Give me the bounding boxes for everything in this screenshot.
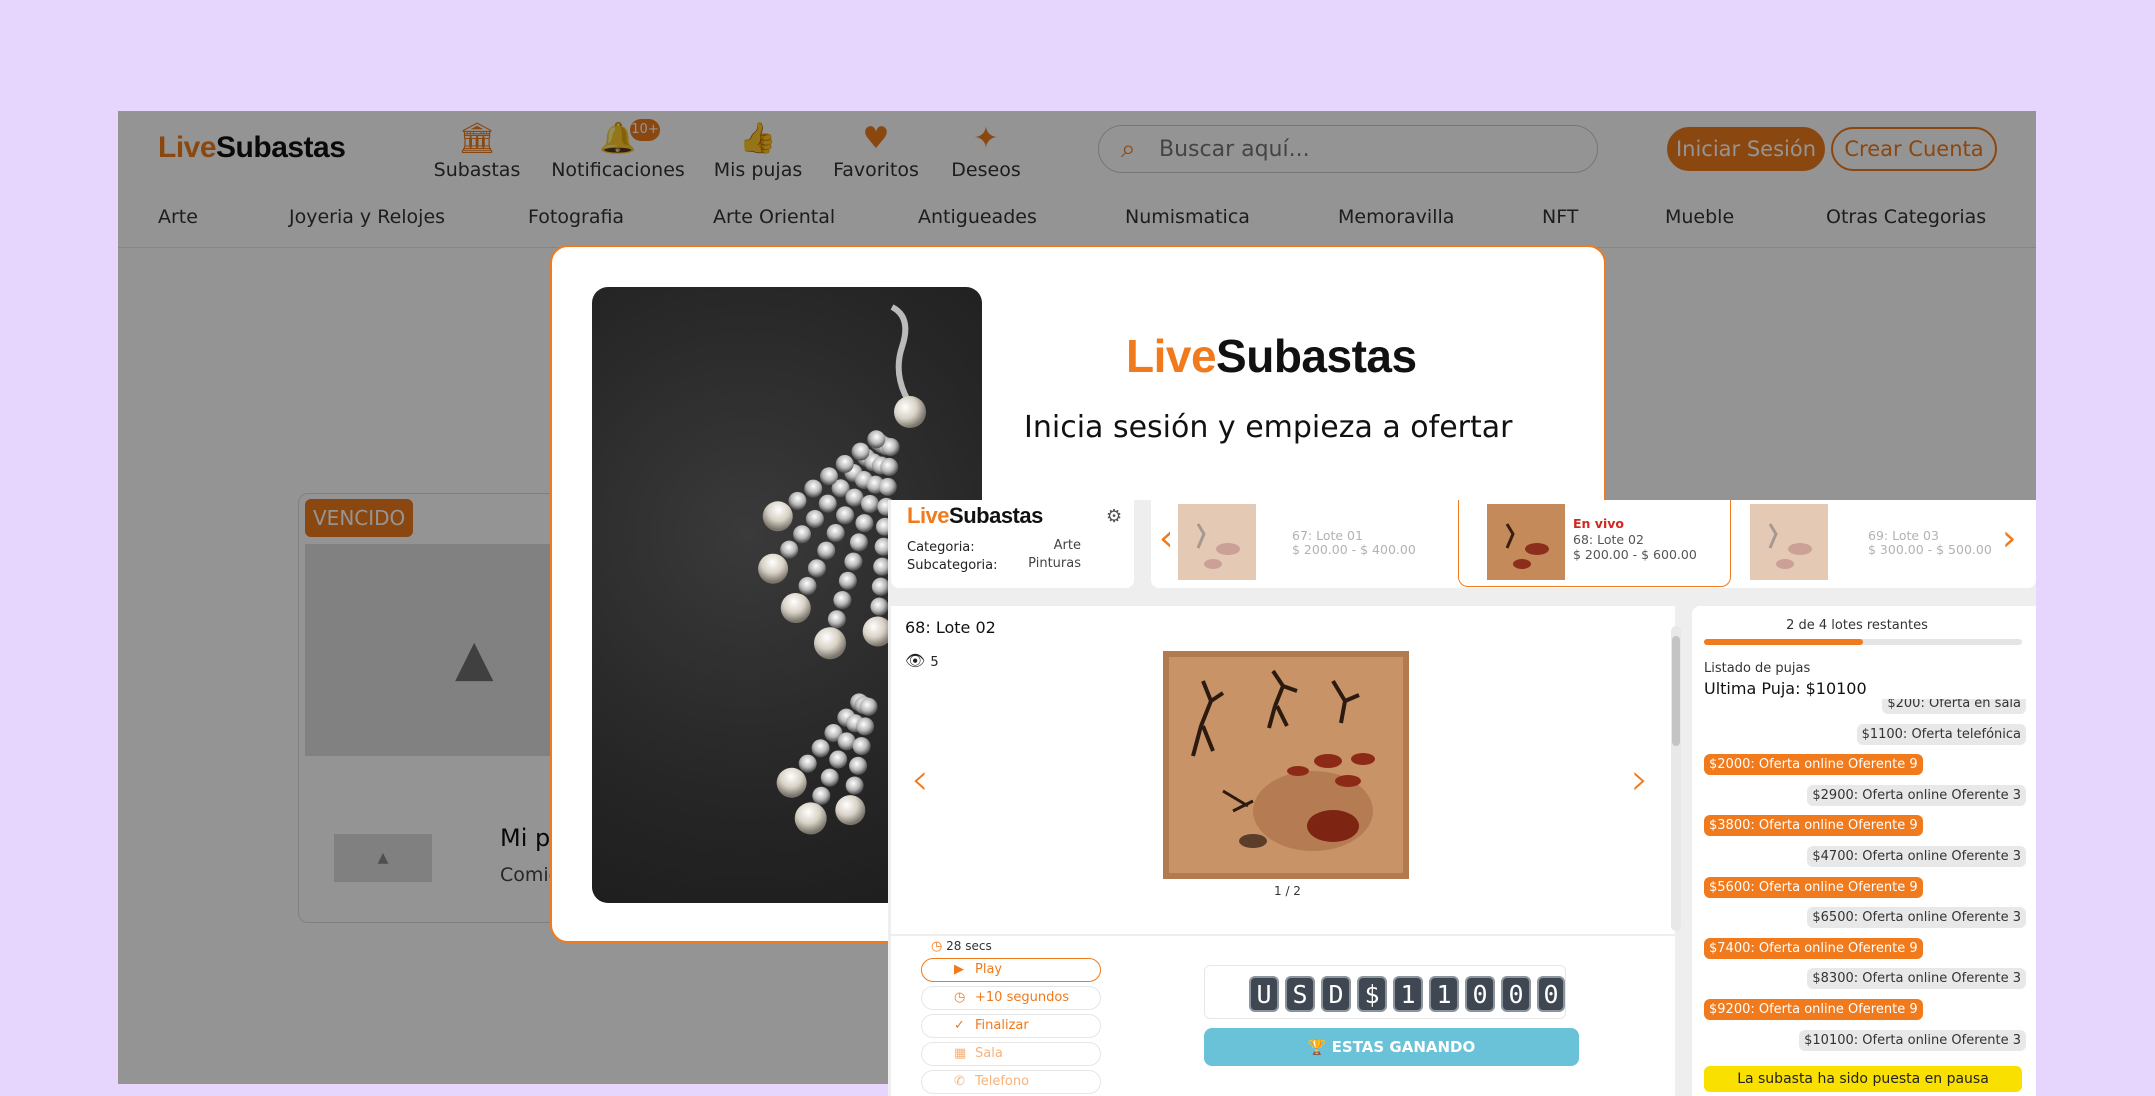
lot-title: 68: Lote 02 (905, 618, 996, 637)
bid-item: $3800: Oferta online Oferente 9 (1704, 815, 1923, 837)
view-count: 👁 5 (905, 651, 939, 670)
subcategory-value: Pinturas (1028, 556, 1081, 571)
lot-card-active[interactable]: En vivo 68: Lote 02 $ 200.00 - $ 600.00 (1458, 500, 1731, 587)
live-auction-panel: LiveSubastas ⚙ Categoria: Arte Subcatego… (888, 500, 2036, 1096)
bid-item: $9200: Oferta online Oferente 9 (1704, 999, 1923, 1020)
bid-item: $4700: Oferta online Oferente 3 (1807, 846, 2026, 867)
bid-item: $2900: Oferta online Oferente 3 (1807, 784, 2026, 806)
play-icon: ▶ (954, 962, 964, 977)
amount-char: 0 (1465, 976, 1495, 1012)
subcategory-label: Subcategoria: (907, 558, 998, 573)
modal-logo: LiveSubastas (1126, 330, 1417, 382)
trophy-icon: 🏆 (1307, 1038, 1327, 1056)
modal-tagline: Inicia sesión y empieza a ofertar (1024, 410, 1513, 445)
current-amount-display: U S D $ 1 1 0 0 0 (1204, 965, 1566, 1019)
check-circle-icon: ✓ (954, 1018, 965, 1033)
bid-item: $5600: Oferta online Oferente 9 (1704, 876, 1923, 898)
phone-bid-button[interactable]: ✆ Telefono (921, 1070, 1101, 1094)
category-value: Arte (1053, 538, 1081, 553)
lot-range: $ 200.00 - $ 400.00 (1292, 542, 1416, 557)
amount-char: 1 (1393, 976, 1423, 1012)
live-info-box: LiveSubastas ⚙ Categoria: Arte Subcatego… (891, 500, 1134, 588)
last-bid: Ultima Puja: $10100 (1704, 679, 1867, 698)
image-next-arrow[interactable]: › (1631, 754, 1649, 805)
lot-name: 69: Lote 03 (1868, 528, 1939, 543)
lot-card[interactable]: 69: Lote 03 $ 300.00 - $ 500.00 (1750, 500, 2010, 587)
image-counter: 1 / 2 (1274, 884, 1301, 898)
divider (891, 934, 1675, 936)
room-icon: ▦ (954, 1046, 967, 1061)
category-label: Categoria: (907, 540, 975, 555)
winning-status-button[interactable]: 🏆 ESTAS GANANDO (1204, 1028, 1579, 1066)
lot-thumbnail (1178, 504, 1256, 580)
bid-item: $200: Oferta en sala (1882, 699, 2026, 714)
lots-remaining: 2 de 4 lotes restantes (1786, 618, 1928, 633)
bids-panel: 2 de 4 lotes restantes Listado de pujas … (1692, 606, 2036, 1096)
viewer-scrollbar[interactable] (1671, 626, 1681, 931)
add-10-seconds-button[interactable]: ◷ +10 segundos (921, 986, 1101, 1010)
lot-range: $ 200.00 - $ 600.00 (1573, 547, 1697, 562)
countdown-timer: ◷ 28 secs (931, 939, 992, 954)
pause-message: La subasta ha sido puesta en pausa (1704, 1066, 2022, 1092)
bids-list[interactable]: $200: Oferta en sala $1100: Oferta telefó… (1692, 699, 2036, 1069)
live-logo: LiveSubastas (907, 503, 1043, 528)
bids-title: Listado de pujas (1704, 661, 1811, 676)
lot-thumbnail (1487, 504, 1565, 580)
lot-name: 67: Lote 01 (1292, 528, 1363, 543)
bid-item: $1100: Oferta telefónica (1856, 723, 2026, 745)
progress-fill (1704, 639, 1863, 645)
lots-carousel: ‹ 67: Lote 01 $ 200.00 - $ 400.00 En viv… (1151, 500, 2036, 588)
chevron-left-icon[interactable]: ‹ (1159, 518, 1173, 559)
amount-char: 0 (1537, 976, 1565, 1012)
clock-icon: ◷ (954, 990, 966, 1005)
bid-item: $2000: Oferta online Oferente 9 (1704, 754, 1923, 776)
bid-item: $7400: Oferta online Oferente 9 (1704, 937, 1923, 959)
lot-range: $ 300.00 - $ 500.00 (1868, 542, 1992, 557)
amount-char: 1 (1429, 976, 1459, 1012)
amount-char: D (1321, 976, 1351, 1012)
bid-item: $6500: Oferta online Oferente 3 (1807, 907, 2026, 929)
room-bid-button[interactable]: ▦ Sala (921, 1042, 1101, 1066)
finish-button[interactable]: ✓ Finalizar (921, 1014, 1101, 1038)
lots-progress-bar (1704, 639, 2022, 645)
lot-viewer: 68: Lote 02 👁 5 ‹ 1 / 2 › ◷ 28 secs ▶ Pl… (891, 606, 1681, 1096)
amount-char: S (1285, 976, 1315, 1012)
lot-name: 68: Lote 02 (1573, 532, 1644, 547)
clock-icon: ◷ (931, 939, 943, 954)
bid-item: $8300: Oferta online Oferente 3 (1807, 968, 2026, 990)
amount-char: $ (1357, 976, 1387, 1012)
image-prev-arrow[interactable]: ‹ (911, 754, 929, 805)
chevron-right-icon[interactable]: › (2002, 518, 2016, 559)
bid-item: $10100: Oferta online Oferente 3 (1799, 1029, 2026, 1051)
lot-status: En vivo (1573, 516, 1624, 531)
filter-sliders-icon[interactable]: ⚙ (1106, 506, 1122, 527)
lot-image (1163, 651, 1409, 879)
amount-char: 0 (1501, 976, 1531, 1012)
eye-icon: 👁 (905, 651, 926, 670)
lot-card[interactable]: 67: Lote 01 $ 200.00 - $ 400.00 (1178, 500, 1428, 587)
amount-char: U (1249, 976, 1279, 1012)
play-button[interactable]: ▶ Play (921, 958, 1101, 982)
lot-thumbnail (1750, 504, 1828, 580)
phone-icon: ✆ (954, 1074, 965, 1089)
